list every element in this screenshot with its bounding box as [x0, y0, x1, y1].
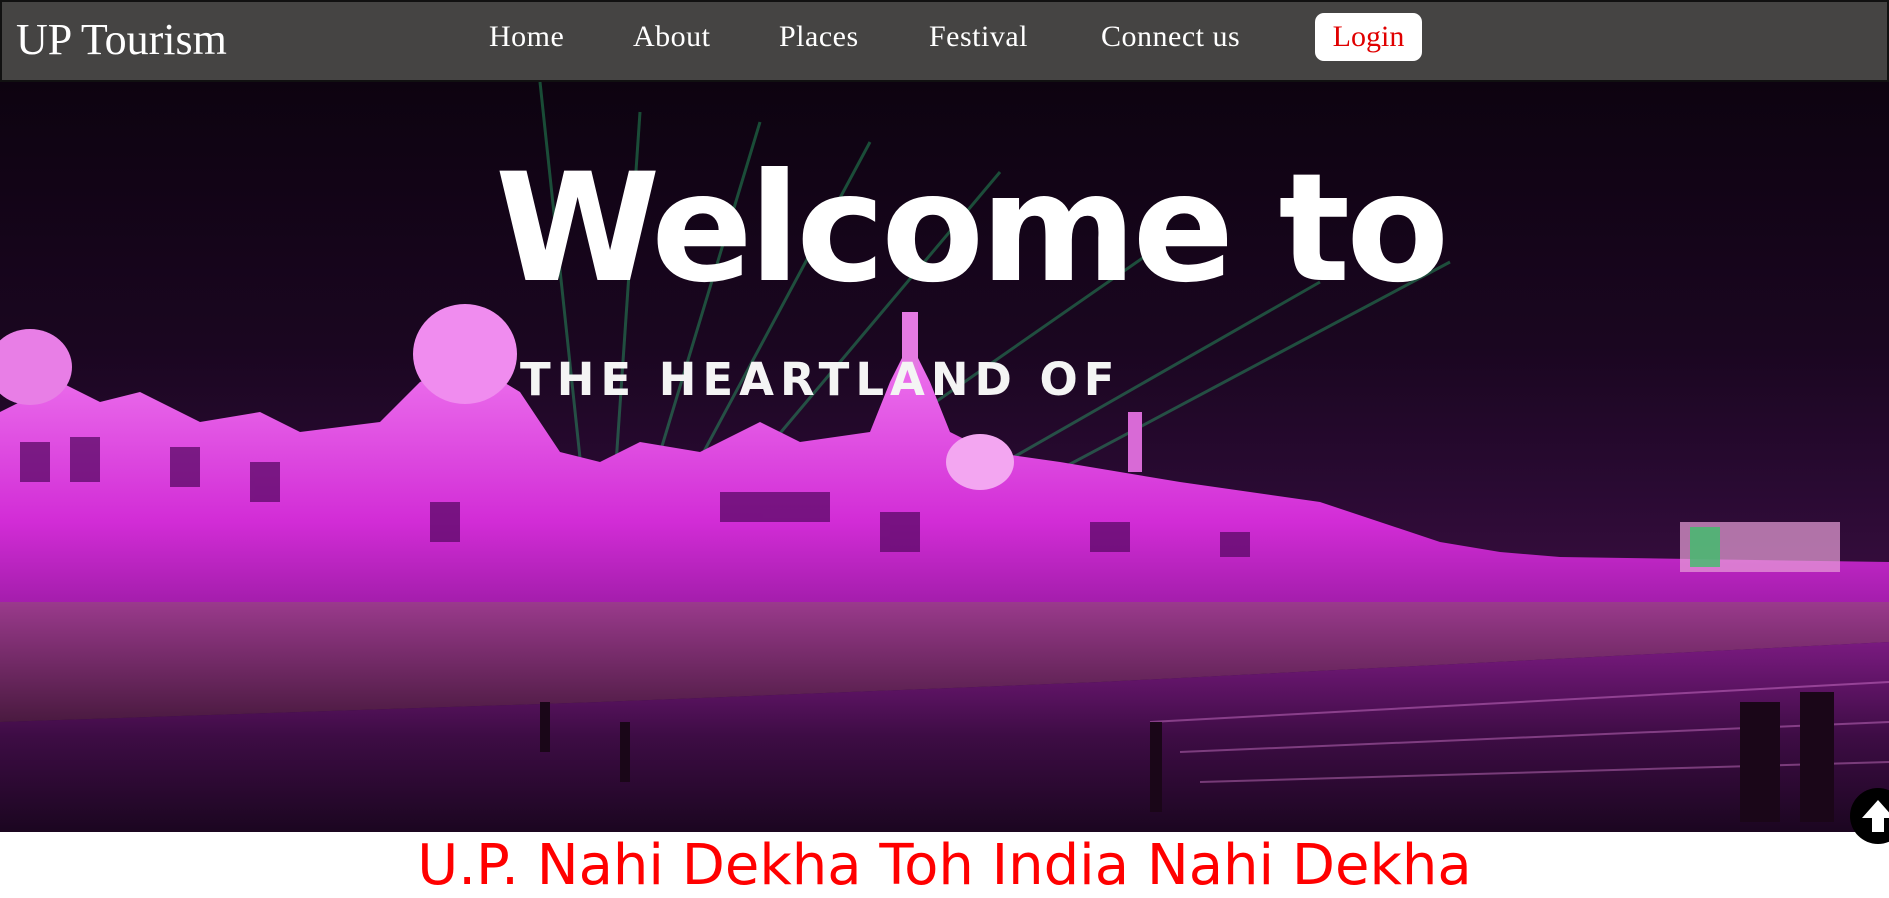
- nav-link-about[interactable]: About: [633, 22, 711, 52]
- nav-link-places[interactable]: Places: [779, 22, 859, 52]
- nav-link-home[interactable]: Home: [489, 22, 564, 52]
- arrow-up-icon: [1862, 800, 1889, 832]
- brand-logo[interactable]: UP Tourism: [16, 18, 227, 62]
- navbar: UP Tourism Home About Places Festival Co…: [0, 0, 1889, 82]
- hero-subtitle: THE HEARTLAND OF: [520, 353, 1121, 406]
- login-button[interactable]: Login: [1315, 13, 1422, 61]
- hero-banner: Welcome to THE HEARTLAND OF: [0, 82, 1889, 832]
- nav-link-connect-us[interactable]: Connect us: [1101, 22, 1240, 52]
- tagline: U.P. Nahi Dekha Toh India Nahi Dekha: [417, 833, 1472, 898]
- nav-link-festival[interactable]: Festival: [929, 22, 1028, 52]
- hero-title: Welcome to: [495, 142, 1449, 316]
